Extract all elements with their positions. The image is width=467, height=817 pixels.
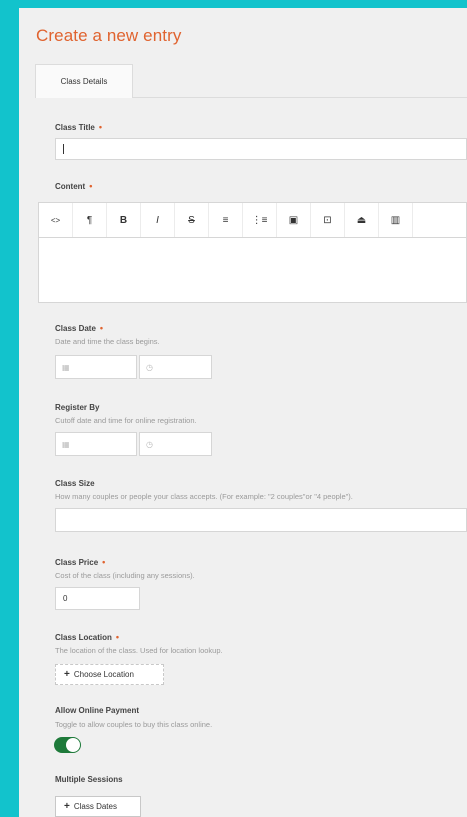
required-marker: •: [98, 122, 103, 132]
content-label: Content •: [55, 181, 92, 191]
choose-location-button-label: Choose Location: [73, 670, 134, 679]
class-size-label: Class Size: [55, 479, 95, 488]
register-by-help: Cutoff date and time for online registra…: [55, 416, 197, 425]
class-price-label: Class Price •: [55, 557, 105, 567]
toggle-knob: [66, 738, 80, 752]
numbered-list-icon[interactable]: ⋮≡: [243, 203, 277, 238]
class-location-help: The location of the class. Used for loca…: [55, 646, 223, 655]
plus-icon: +: [64, 801, 70, 812]
page-header: Create a new entry: [19, 8, 467, 64]
editor-toolbar: <> ¶ B I S ≡ ⋮≡ ▣ ⊡ ⏏ ▥: [38, 202, 467, 238]
class-date-time-input[interactable]: ◷: [139, 355, 212, 379]
calendar-icon: ▦: [62, 362, 70, 372]
required-marker: •: [115, 632, 120, 642]
required-marker: •: [102, 557, 106, 567]
class-dates-button-label: Class Dates: [73, 802, 117, 811]
plus-icon: +: [64, 669, 70, 680]
strikethrough-icon[interactable]: S: [175, 203, 209, 238]
class-price-input[interactable]: 0: [55, 587, 140, 610]
allow-online-payment-label: Allow Online Payment: [55, 706, 140, 715]
class-title-input[interactable]: [55, 138, 467, 160]
bold-icon[interactable]: B: [107, 203, 141, 238]
class-date-date-input[interactable]: ▦: [55, 355, 137, 379]
tab-bar: Class Details: [35, 64, 467, 98]
code-icon[interactable]: <>: [39, 203, 73, 238]
clock-icon: ◷: [146, 439, 153, 449]
image-icon[interactable]: ▣: [277, 203, 311, 238]
content-editor[interactable]: [38, 237, 467, 303]
allow-online-payment-help: Toggle to allow couples to buy this clas…: [55, 720, 213, 729]
page-title: Create a new entry: [36, 26, 182, 45]
class-dates-button[interactable]: + Class Dates: [55, 796, 141, 817]
clock-icon: ◷: [146, 362, 153, 372]
calendar-icon: ▦: [62, 439, 70, 449]
tab-class-details[interactable]: Class Details: [35, 64, 133, 98]
register-by-date-input[interactable]: ▦: [55, 432, 137, 456]
italic-icon[interactable]: I: [141, 203, 175, 238]
bulleted-list-icon[interactable]: ≡: [209, 203, 243, 238]
allow-online-payment-toggle[interactable]: [54, 737, 81, 753]
class-size-help: How many couples or people your class ac…: [55, 492, 353, 501]
choose-location-button[interactable]: + Choose Location: [55, 664, 164, 685]
content-label-text: Content: [55, 182, 86, 191]
class-location-label-text: Class Location: [55, 633, 112, 642]
register-by-label: Register By: [55, 403, 100, 412]
table-icon[interactable]: ▥: [379, 203, 413, 238]
class-title-label-text: Class Title: [55, 123, 95, 132]
class-location-label: Class Location •: [55, 632, 119, 642]
required-marker: •: [99, 323, 104, 333]
required-marker: •: [89, 181, 93, 191]
class-price-help: Cost of the class (including any session…: [55, 571, 195, 580]
class-date-label: Class Date •: [55, 323, 103, 333]
class-title-label: Class Title •: [55, 122, 102, 132]
class-date-label-text: Class Date: [55, 324, 96, 333]
embed-icon[interactable]: ⏏: [345, 203, 379, 238]
register-by-time-input[interactable]: ◷: [139, 432, 212, 456]
video-icon[interactable]: ⊡: [311, 203, 345, 238]
paragraph-icon[interactable]: ¶: [73, 203, 107, 238]
class-date-help: Date and time the class begins.: [55, 337, 160, 346]
multiple-sessions-label: Multiple Sessions: [55, 775, 123, 784]
class-price-label-text: Class Price: [55, 558, 99, 567]
class-size-input[interactable]: [55, 508, 467, 532]
